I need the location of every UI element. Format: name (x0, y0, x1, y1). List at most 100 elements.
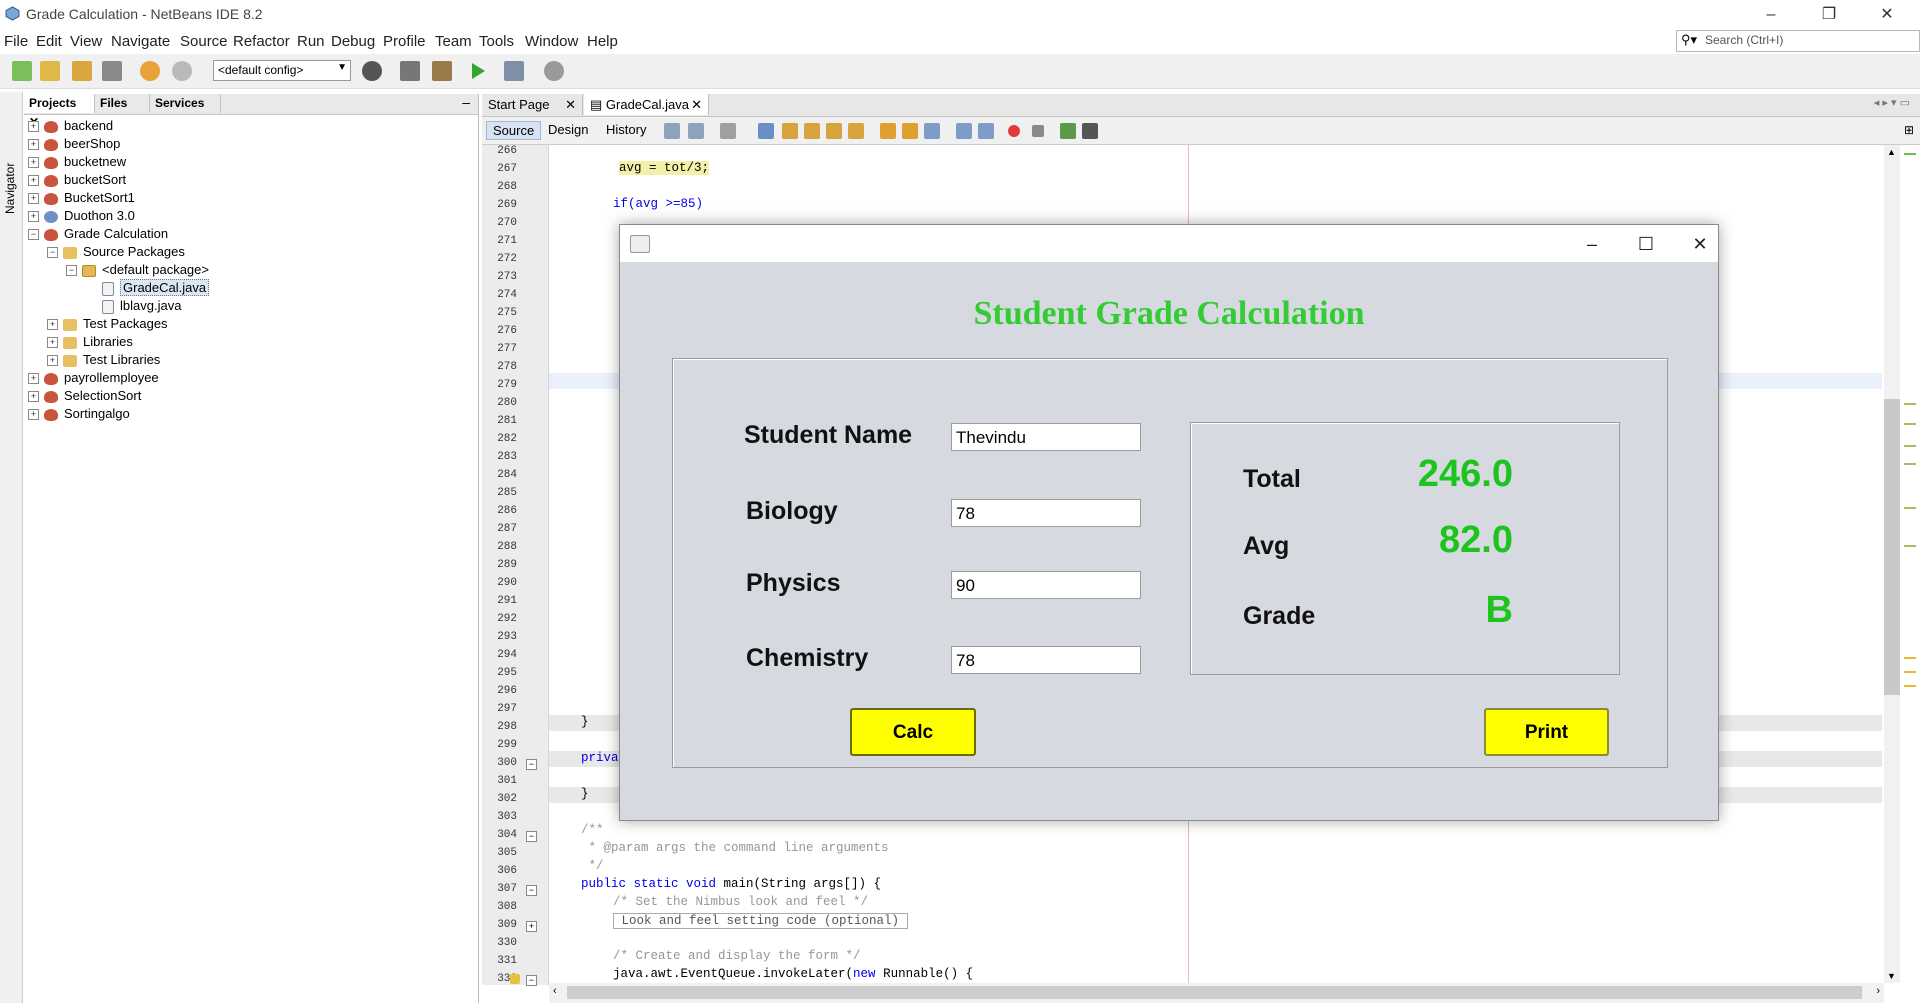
calc-button[interactable]: Calc (850, 708, 976, 756)
menu-file[interactable]: File (4, 33, 28, 50)
new-project-icon[interactable] (40, 61, 60, 81)
previous-bookmark-icon[interactable] (880, 123, 896, 139)
tree-item[interactable]: + bucketSort (28, 171, 126, 189)
tab-projects[interactable]: Projects ✕ (24, 94, 95, 129)
tree-item[interactable]: + Sortingalgo (28, 405, 130, 423)
close-icon[interactable]: ✕ (565, 94, 576, 115)
browser-icon[interactable] (362, 61, 382, 81)
fold-icon[interactable]: + (526, 921, 537, 932)
run-icon[interactable] (468, 61, 488, 81)
expand-icon[interactable]: + (28, 373, 39, 385)
tree-item[interactable]: lblavg.java (102, 297, 181, 315)
tab-history[interactable]: History (600, 121, 652, 138)
menu-tools[interactable]: Tools (479, 33, 514, 50)
expand-icon[interactable]: + (28, 409, 39, 421)
restore-icon[interactable]: ❐ (1806, 2, 1852, 28)
expand-icon[interactable]: + (28, 157, 39, 169)
student-name-field[interactable]: Thevindu (951, 423, 1141, 451)
fold-icon[interactable]: − (526, 831, 537, 842)
menu-help[interactable]: Help (587, 33, 618, 50)
tree-item[interactable]: + Test Libraries (47, 351, 160, 369)
tab-services[interactable]: Services (150, 94, 221, 113)
expand-icon[interactable]: + (28, 139, 39, 151)
tab-gradecal-java[interactable]: ▤ GradeCal.java ✕ (584, 94, 709, 115)
close-icon[interactable]: ✕ (691, 94, 702, 115)
save-all-icon[interactable] (102, 61, 122, 81)
folded-code[interactable]: Look and feel setting code (optional) (613, 913, 908, 929)
expand-icon[interactable]: + (28, 175, 39, 187)
expand-icon[interactable]: + (47, 319, 58, 331)
scroll-left-icon[interactable]: ‹ (553, 985, 557, 997)
tab-files[interactable]: Files (95, 94, 150, 113)
expand-icon[interactable]: + (28, 121, 39, 133)
tree-item[interactable]: + BucketSort1 (28, 189, 135, 207)
tree-item[interactable]: + Duothon 3.0 (28, 207, 135, 225)
expand-icon[interactable]: + (47, 355, 58, 367)
tree-item[interactable]: + beerShop (28, 135, 120, 153)
next-bookmark-icon[interactable] (902, 123, 918, 139)
tab-source[interactable]: Source (486, 121, 542, 140)
find-previous-icon[interactable] (782, 123, 798, 139)
debug-icon[interactable] (504, 61, 524, 81)
config-select[interactable]: <default config> ▼ (213, 60, 351, 81)
find-icon[interactable] (758, 123, 774, 139)
clean-build-icon[interactable] (432, 61, 452, 81)
fold-icon[interactable]: − (526, 975, 537, 986)
minimize-icon[interactable]: – (1566, 229, 1618, 259)
undo-icon[interactable] (140, 61, 160, 81)
fold-icon[interactable]: − (526, 885, 537, 896)
stop-macro-icon[interactable] (1032, 125, 1044, 137)
tree-item[interactable]: + Test Packages (47, 315, 168, 333)
record-macro-icon[interactable] (1008, 125, 1020, 137)
close-icon[interactable]: ✕ (1864, 2, 1910, 28)
menu-refactor[interactable]: Refactor (233, 33, 290, 50)
menu-profile[interactable]: Profile (383, 33, 426, 50)
scroll-up-icon[interactable]: ▲ (1887, 147, 1896, 157)
tree-item[interactable]: + SelectionSort (28, 387, 141, 405)
tree-item[interactable]: + backend (28, 117, 113, 135)
menu-run[interactable]: Run (297, 33, 325, 50)
maximize-icon[interactable]: ☐ (1620, 229, 1672, 259)
open-project-icon[interactable] (72, 61, 92, 81)
collapse-icon[interactable]: − (28, 229, 39, 241)
tree-item[interactable]: GradeCal.java (102, 279, 210, 297)
error-stripe[interactable] (1900, 145, 1920, 983)
navigator-tab[interactable]: Navigator (3, 163, 17, 214)
tab-nav-icons[interactable]: ◂ ▸ ▾ ▭ (1874, 96, 1910, 109)
scroll-down-icon[interactable]: ▼ (1887, 971, 1896, 981)
menu-edit[interactable]: Edit (36, 33, 62, 50)
chemistry-field[interactable]: 78 (951, 646, 1141, 674)
toggle-highlight-icon[interactable] (826, 123, 842, 139)
minimize-panel-icon[interactable]: – (462, 94, 470, 110)
find-next-icon[interactable] (804, 123, 820, 139)
collapse-icon[interactable]: − (47, 247, 58, 259)
tree-item[interactable]: + payrollemployee (28, 369, 159, 387)
minimize-icon[interactable]: – (1748, 2, 1794, 28)
last-edit-icon[interactable] (664, 123, 680, 139)
menu-navigate[interactable]: Navigate (111, 33, 170, 50)
horizontal-scrollbar[interactable]: ‹ › (549, 983, 1884, 1003)
physics-field[interactable]: 90 (951, 571, 1141, 599)
tree-item[interactable]: − Grade Calculation (28, 225, 168, 243)
menu-team[interactable]: Team (435, 33, 472, 50)
tree-item[interactable]: − Source Packages (47, 243, 185, 261)
shift-left-icon[interactable] (956, 123, 972, 139)
build-hammer-icon[interactable] (400, 61, 420, 81)
split-icon[interactable]: ⊞ (1904, 123, 1914, 137)
print-button[interactable]: Print (1484, 708, 1609, 756)
tab-design[interactable]: Design (542, 121, 594, 138)
scrollbar-thumb[interactable] (1884, 399, 1900, 695)
toggle-bookmark-icon[interactable] (924, 123, 940, 139)
expand-icon[interactable]: + (47, 337, 58, 349)
shift-right-icon[interactable] (978, 123, 994, 139)
menu-source[interactable]: Source (180, 33, 228, 50)
redo-icon[interactable] (172, 61, 192, 81)
hint-bulb-icon[interactable] (510, 974, 520, 984)
search-input[interactable]: ⚲▾ Search (Ctrl+I) (1676, 30, 1920, 52)
profile-icon[interactable] (544, 61, 564, 81)
tab-start-page[interactable]: Start Page ✕ (482, 94, 583, 115)
menu-window[interactable]: Window (525, 33, 578, 50)
new-file-icon[interactable] (12, 61, 32, 81)
fold-icon[interactable]: − (526, 759, 537, 770)
expand-icon[interactable]: + (28, 211, 39, 223)
